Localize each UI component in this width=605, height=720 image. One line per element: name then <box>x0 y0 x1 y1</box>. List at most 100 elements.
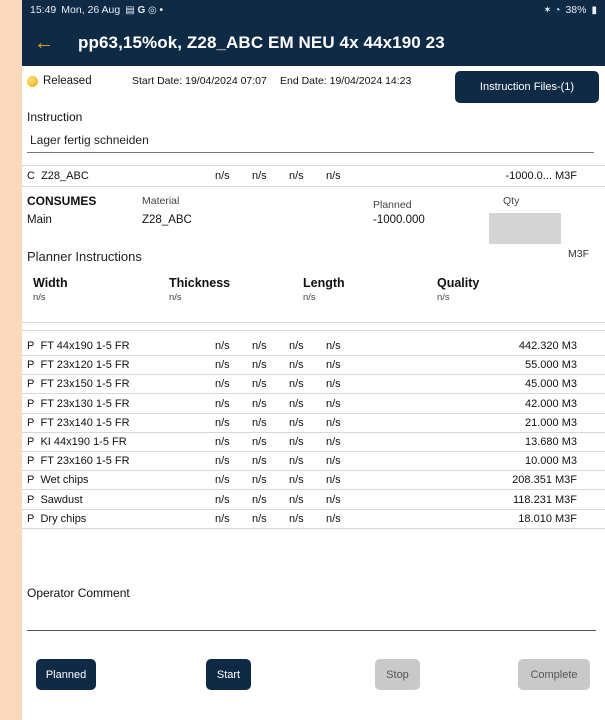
product-v4: n/s <box>326 340 341 352</box>
table-row[interactable]: P FT 23x160 1-5 FR n/s n/s n/s n/s 10.000 M3 <box>22 452 605 470</box>
product-qty: 18.010 M3F <box>518 512 577 525</box>
width-value: n/s <box>33 292 46 303</box>
app-bar: ← pp63,15%ok, Z28_ABC EM NEU 4x 44x190 2… <box>22 20 605 66</box>
quality-header: Quality <box>437 276 480 290</box>
order-info-row: Released Start Date: 19/04/2024 07:07 En… <box>22 66 605 103</box>
stop-button[interactable]: Stop <box>375 659 420 690</box>
table-row[interactable]: P KI 44x190 1-5 FR n/s n/s n/s n/s 13.680 M3 <box>22 433 605 451</box>
operator-comment-label: Operator Comment <box>27 586 130 600</box>
planner-instructions-title: Planner Instructions <box>27 249 142 264</box>
table-row[interactable]: P Sawdust n/s n/s n/s n/s 118.231 M3F <box>22 491 605 509</box>
width-header: Width <box>33 276 68 290</box>
product-v4: n/s <box>326 493 341 506</box>
thickness-value: n/s <box>169 292 182 303</box>
table-row[interactable]: P Dry chips n/s n/s n/s n/s 18.010 M3F <box>22 510 605 528</box>
product-v4: n/s <box>326 512 341 525</box>
instruction-field[interactable]: Lager fertig schneiden <box>27 133 594 153</box>
table-row[interactable]: P FT 44x190 1-5 FR n/s n/s n/s n/s 442.320 M3 <box>22 337 605 355</box>
product-v1: n/s <box>215 493 230 506</box>
product-v3: n/s <box>289 340 304 352</box>
product-qty: 118.231 M3F <box>512 493 577 506</box>
instruction-label: Instruction <box>27 110 83 124</box>
qty-input[interactable] <box>489 213 561 244</box>
consumes-title: CONSUMES <box>27 194 97 208</box>
divider <box>22 527 605 529</box>
product-qty: 442.320 M3 <box>518 340 577 352</box>
thickness-header: Thickness <box>169 276 231 290</box>
product-v2: n/s <box>252 359 267 372</box>
start-button[interactable]: Start <box>206 659 251 690</box>
table-row[interactable]: P FT 23x120 1-5 FR n/s n/s n/s n/s 55.000 M3 <box>22 356 605 374</box>
product-v3: n/s <box>289 455 304 468</box>
consume-row[interactable]: C Z28_ABC n/s n/s n/s n/s -1000.0... M3F <box>22 167 605 185</box>
product-name: P KI 44x190 1-5 FR <box>27 436 127 448</box>
table-row[interactable]: P FT 23x130 1-5 FR n/s n/s n/s n/s 42.000 M3 <box>22 395 605 413</box>
complete-button[interactable]: Complete <box>518 659 590 690</box>
product-v1: n/s <box>215 378 230 391</box>
table-row[interactable]: P FT 23x150 1-5 FR n/s n/s n/s n/s 45.000 M3 <box>22 375 605 393</box>
product-qty: 42.000 M3 <box>525 397 577 410</box>
page-title: pp63,15%ok, Z28_ABC EM NEU 4x 44x190 23 <box>78 33 445 52</box>
planned-button[interactable]: Planned <box>36 659 96 690</box>
product-name: P FT 23x140 1-5 FR <box>27 416 130 429</box>
product-name: P FT 44x190 1-5 FR <box>27 340 130 352</box>
product-v1: n/s <box>215 455 230 468</box>
divider <box>22 322 605 323</box>
qty-unit: M3F <box>568 248 589 260</box>
length-header: Length <box>303 276 345 290</box>
product-v3: n/s <box>289 436 304 448</box>
table-row[interactable]: P FT 23x140 1-5 FR n/s n/s n/s n/s 21.000 M3 <box>22 414 605 432</box>
battery-level: 38% <box>565 4 587 16</box>
product-name: P Dry chips <box>27 512 87 525</box>
product-v1: n/s <box>215 397 230 410</box>
product-qty: 21.000 M3 <box>525 416 577 429</box>
product-v3: n/s <box>289 359 304 372</box>
back-arrow-icon[interactable]: ← <box>34 32 64 55</box>
product-name: P FT 23x120 1-5 FR <box>27 359 130 372</box>
product-v2: n/s <box>252 493 267 506</box>
product-v4: n/s <box>326 397 341 410</box>
consume-v1: n/s <box>215 170 230 182</box>
product-qty: 45.000 M3 <box>525 378 577 391</box>
product-v2: n/s <box>252 512 267 525</box>
divider <box>22 165 605 166</box>
planned-label: Planned <box>373 199 412 211</box>
product-v1: n/s <box>215 512 230 525</box>
product-v3: n/s <box>289 493 304 506</box>
product-v4: n/s <box>326 436 341 448</box>
product-v3: n/s <box>289 378 304 391</box>
length-value: n/s <box>303 292 316 303</box>
product-v3: n/s <box>289 416 304 429</box>
product-v4: n/s <box>326 378 341 391</box>
consume-v3: n/s <box>289 170 304 182</box>
product-qty: 208.351 M3F <box>512 474 577 487</box>
product-qty: 55.000 M3 <box>525 359 577 372</box>
quality-value: n/s <box>437 292 450 303</box>
product-v4: n/s <box>326 455 341 468</box>
operator-comment-input[interactable] <box>27 630 596 631</box>
divider <box>22 330 605 331</box>
product-name: P Sawdust <box>27 493 83 506</box>
status-date: Mon, 26 Aug <box>61 4 121 16</box>
product-v1: n/s <box>215 416 230 429</box>
material-label: Material <box>142 195 180 207</box>
product-v2: n/s <box>252 397 267 410</box>
consume-v4: n/s <box>326 170 341 182</box>
end-date: End Date: 19/04/2024 14:23 <box>280 75 412 87</box>
instruction-files-button[interactable]: Instruction Files-(1) <box>455 71 599 103</box>
product-v1: n/s <box>215 359 230 372</box>
product-v2: n/s <box>252 378 267 391</box>
product-qty: 10.000 M3 <box>525 455 577 468</box>
connectivity-icons: ✶ ◔ <box>543 4 561 16</box>
status-time: 15:49 <box>30 4 57 16</box>
consumes-sub: Main <box>27 214 52 226</box>
table-row[interactable]: P Wet chips n/s n/s n/s n/s 208.351 M3F <box>22 471 605 489</box>
divider <box>22 186 605 187</box>
planned-value: -1000.000 <box>373 214 425 226</box>
status-dot-icon <box>27 76 38 87</box>
product-name: P FT 23x150 1-5 FR <box>27 378 130 391</box>
status-badge: Released <box>43 75 92 87</box>
start-date: Start Date: 19/04/2024 07:07 <box>132 75 267 87</box>
product-v3: n/s <box>289 397 304 410</box>
qty-label: Qty <box>503 195 520 207</box>
